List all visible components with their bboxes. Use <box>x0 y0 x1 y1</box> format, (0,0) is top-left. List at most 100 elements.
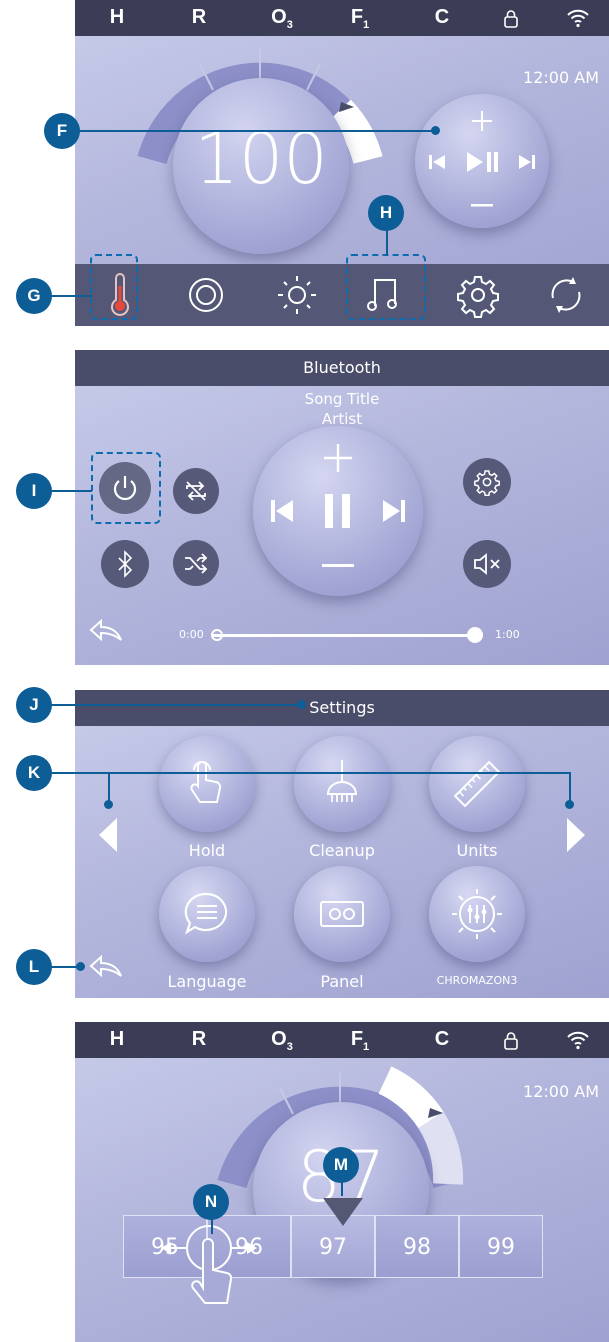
clock: 12:00 AM <box>523 68 599 87</box>
light-icon[interactable] <box>274 272 320 318</box>
settings-back-icon[interactable] <box>89 954 123 980</box>
track-progress-bar[interactable] <box>213 634 475 637</box>
status-cleanup: C <box>434 6 450 28</box>
temp-option[interactable]: 99 <box>459 1215 543 1278</box>
chromazone-button[interactable] <box>429 866 525 962</box>
chromazone-label: CHROMAZON3 <box>436 974 518 987</box>
shuffle-icon <box>185 553 208 574</box>
flip-icon[interactable] <box>543 272 589 318</box>
main-screen-panel: H R O3 F1 C 12:00 AM 100 <box>75 0 609 326</box>
previous-track-icon[interactable] <box>271 499 293 523</box>
callout-h-leader <box>386 230 388 256</box>
plus-icon[interactable] <box>471 110 493 132</box>
play-pause-icon[interactable] <box>467 152 499 172</box>
volume-up-icon[interactable] <box>322 442 354 474</box>
swipe-hand-icon <box>161 1225 257 1304</box>
minus-icon[interactable] <box>471 204 493 208</box>
chromazone-icon <box>452 889 502 939</box>
chat-icon <box>184 892 228 935</box>
status-filter-cycle: F1 <box>350 6 370 31</box>
callout-f-leader <box>50 130 435 132</box>
pause-icon[interactable] <box>325 494 351 528</box>
back-icon[interactable] <box>89 618 123 644</box>
settings-panel: Settings Hold Cleanup Units Language Pan… <box>75 690 609 998</box>
hold-label: Hold <box>188 841 226 860</box>
units-label: Units <box>456 841 498 860</box>
power-button-highlight <box>91 452 161 524</box>
pump-icon[interactable] <box>183 272 229 318</box>
callout-g: G <box>16 278 52 314</box>
callout-f: F <box>44 113 80 149</box>
ruler-icon <box>453 760 501 808</box>
gear-icon <box>474 470 500 496</box>
status-filter-cycle-2: F1 <box>350 1028 370 1053</box>
callout-k-leader-left <box>108 772 110 802</box>
settings-title: Settings <box>75 690 609 726</box>
music-nav-highlight <box>346 254 426 320</box>
mute-button[interactable] <box>463 540 511 588</box>
status-ozone: O3 <box>271 6 293 31</box>
page-right-arrow-icon[interactable] <box>567 818 585 852</box>
callout-j-dot <box>297 700 306 709</box>
selection-marker-icon <box>323 1198 363 1226</box>
status-bar-temp: H R O3 F1 C <box>75 1022 609 1058</box>
callout-k-dot-left <box>104 800 113 809</box>
status-cleanup-2: C <box>434 1028 450 1050</box>
callout-i: I <box>16 473 52 509</box>
callout-k-leader-right <box>569 772 571 802</box>
bluetooth-title: Bluetooth <box>75 350 609 386</box>
repeat-button[interactable] <box>173 468 219 514</box>
callout-m: M <box>323 1147 359 1183</box>
shuffle-button[interactable] <box>173 540 219 586</box>
track-start-marker <box>211 629 223 641</box>
wifi-icon <box>567 9 589 28</box>
track-time-start: 0:00 <box>179 628 204 641</box>
language-button[interactable] <box>159 866 255 962</box>
song-title: Song Title <box>304 390 380 408</box>
track-progress-handle[interactable] <box>467 627 483 643</box>
status-bar: H R O3 F1 C <box>75 0 609 36</box>
bluetooth-media-dial[interactable] <box>253 426 423 596</box>
temp-option[interactable]: 98 <box>375 1215 459 1278</box>
cleanup-button[interactable] <box>294 736 390 832</box>
hold-button[interactable] <box>159 736 255 832</box>
brush-icon <box>326 760 358 802</box>
previous-icon[interactable] <box>429 154 445 170</box>
callout-l: L <box>16 949 52 985</box>
callout-j-leader <box>44 704 302 706</box>
status-heater-2: H <box>109 1028 125 1050</box>
units-button[interactable] <box>429 736 525 832</box>
callout-j: J <box>16 687 52 723</box>
language-label: Language <box>167 972 247 991</box>
page-left-arrow-icon[interactable] <box>99 818 117 852</box>
status-ozone-2: O3 <box>271 1028 293 1053</box>
bluetooth-button[interactable] <box>101 540 149 588</box>
hand-touch-icon <box>190 761 222 803</box>
callout-n: N <box>193 1184 229 1220</box>
wifi-icon <box>567 1031 589 1050</box>
callout-n-leader <box>211 1218 213 1234</box>
volume-down-icon[interactable] <box>322 564 354 568</box>
callout-k-leader <box>44 772 570 774</box>
bluetooth-icon <box>118 550 133 578</box>
bottom-nav <box>75 264 609 326</box>
lock-icon <box>504 10 518 28</box>
callout-f-dot <box>431 126 440 135</box>
temperature-nav-highlight <box>90 254 138 320</box>
spa-control-guide: H R O3 F1 C 12:00 AM 100 Bluetooth Song … <box>0 0 609 1342</box>
clock-temp: 12:00 AM <box>523 1082 599 1101</box>
next-icon[interactable] <box>519 154 535 170</box>
panel-button[interactable] <box>294 866 390 962</box>
panel-icon <box>320 901 364 927</box>
next-track-icon[interactable] <box>383 499 405 523</box>
media-control-dial[interactable] <box>415 94 549 228</box>
bluetooth-settings-button[interactable] <box>463 458 511 506</box>
repeat-icon <box>186 481 206 501</box>
mute-icon <box>474 553 500 575</box>
settings-icon[interactable] <box>455 272 501 318</box>
cleanup-label: Cleanup <box>309 841 375 860</box>
callout-l-dot <box>76 962 85 971</box>
status-filter-r-2: R <box>191 1028 207 1050</box>
callout-k: K <box>16 755 52 791</box>
status-heater: H <box>109 6 125 28</box>
